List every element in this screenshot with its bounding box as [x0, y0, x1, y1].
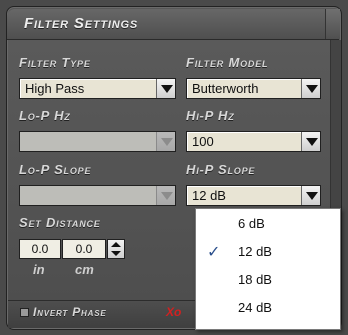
chevron-down-icon: [306, 138, 318, 146]
lo-p-hz-select[interactable]: [19, 131, 176, 152]
menu-item-label: 24 dB: [238, 300, 272, 315]
distance-stepper[interactable]: [107, 239, 125, 259]
hi-p-slope-dropdown-button[interactable]: [301, 186, 320, 205]
menu-item-12db[interactable]: ✓ 12 dB: [196, 239, 340, 267]
panel-header: Filter Settings: [7, 9, 340, 40]
chevron-down-icon: [306, 85, 318, 93]
menu-item-label: 18 dB: [238, 272, 272, 287]
hi-p-slope-menu: 6 dB ✓ 12 dB 18 dB 24 dB: [195, 208, 341, 330]
lo-p-hz-label: Lo-P Hz: [19, 108, 71, 123]
filter-model-value: Butterworth: [192, 81, 259, 96]
filter-type-value: High Pass: [25, 81, 85, 96]
set-distance-label: Set Distance: [19, 215, 101, 230]
stepper-up-icon[interactable]: [111, 242, 121, 247]
stepper-down-icon[interactable]: [111, 251, 121, 256]
filter-model-select[interactable]: Butterworth: [186, 78, 321, 99]
hi-p-hz-select[interactable]: 100: [186, 131, 321, 152]
checkmark-icon: ✓: [207, 242, 221, 261]
menu-item-6db[interactable]: 6 dB: [196, 211, 340, 239]
chevron-down-icon: [161, 192, 173, 200]
hi-p-hz-label: Hi-P Hz: [186, 108, 235, 123]
filter-model-dropdown-button[interactable]: [301, 79, 320, 98]
menu-item-label: 12 dB: [238, 244, 272, 259]
chevron-down-icon: [161, 85, 173, 93]
panel-title: Filter Settings: [24, 15, 138, 32]
distance-cm-unit: cm: [75, 262, 94, 277]
chevron-down-icon: [161, 138, 173, 146]
filter-type-select[interactable]: High Pass: [19, 78, 176, 99]
header-tab: [325, 9, 340, 39]
distance-cm-input[interactable]: 0.0: [62, 239, 106, 259]
hi-p-slope-value: 12 dB: [192, 188, 226, 203]
hi-p-hz-value: 100: [192, 134, 214, 149]
invert-phase-checkbox[interactable]: [20, 308, 29, 317]
distance-in-unit: in: [33, 262, 45, 277]
hi-p-slope-label: Hi-P Slope: [186, 162, 256, 177]
distance-inches-input[interactable]: 0.0: [19, 239, 61, 259]
filter-settings-panel: Filter Settings Filter Type High Pass Fi…: [0, 0, 348, 335]
menu-item-label: 6 dB: [238, 216, 265, 231]
hi-p-slope-select[interactable]: 12 dB: [186, 185, 321, 206]
chevron-down-icon: [306, 192, 318, 200]
invert-phase-label: Invert Phase: [33, 305, 107, 319]
filter-type-dropdown-button[interactable]: [156, 79, 175, 98]
filter-model-label: Filter Model: [186, 55, 269, 70]
lo-p-slope-label: Lo-P Slope: [19, 162, 92, 177]
lo-p-slope-dropdown-button[interactable]: [156, 186, 175, 205]
menu-item-18db[interactable]: 18 dB: [196, 267, 340, 295]
hi-p-hz-dropdown-button[interactable]: [301, 132, 320, 151]
filter-type-label: Filter Type: [19, 55, 91, 70]
lo-p-hz-dropdown-button[interactable]: [156, 132, 175, 151]
invert-phase-side-text: Xo: [166, 305, 182, 319]
menu-item-24db[interactable]: 24 dB: [196, 295, 340, 323]
lo-p-slope-select[interactable]: [19, 185, 176, 206]
